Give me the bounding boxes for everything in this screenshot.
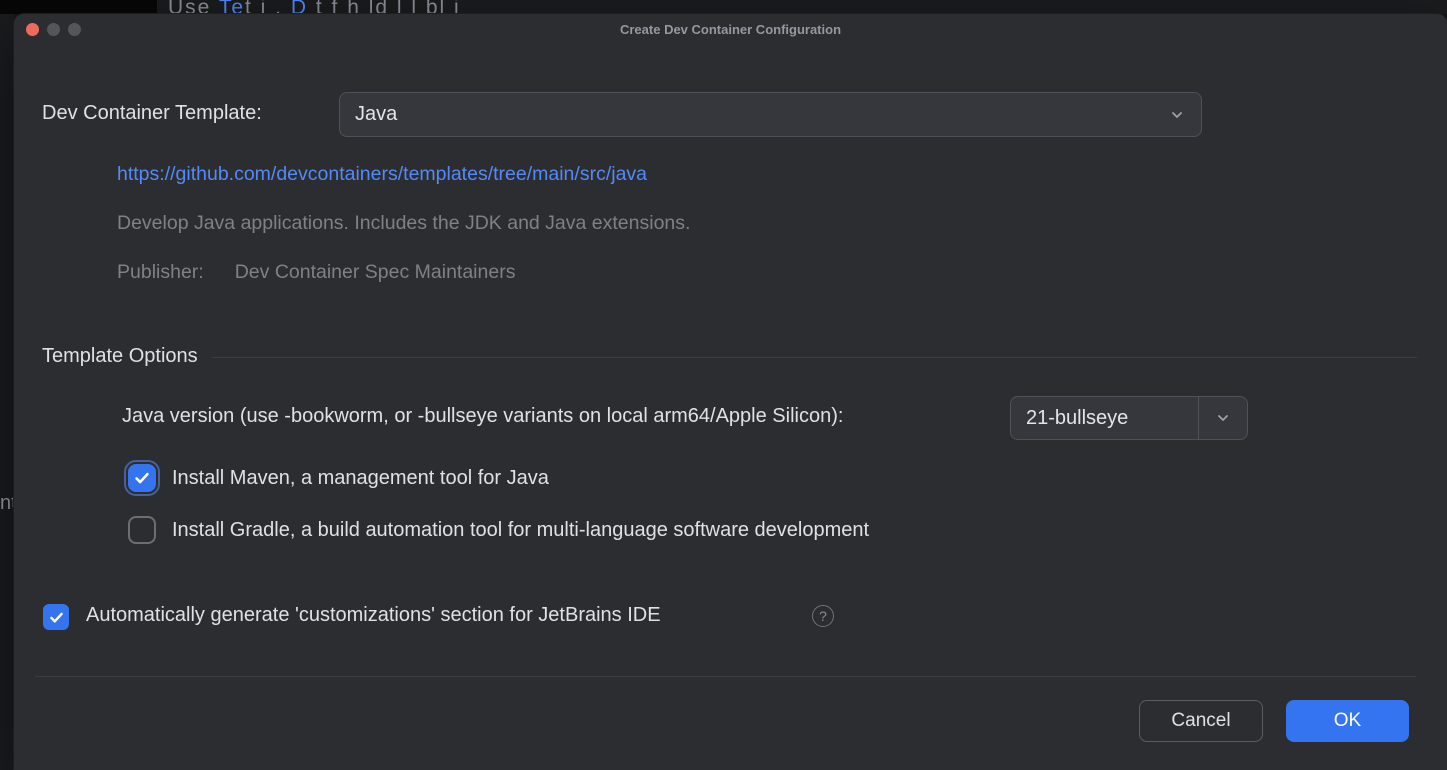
help-icon[interactable]: ? bbox=[812, 605, 834, 627]
template-field-label: Dev Container Template: bbox=[42, 102, 262, 125]
background-ide-left-strip: nt bbox=[0, 14, 14, 770]
publisher-label: Publisher: bbox=[117, 261, 204, 283]
publisher-value: Dev Container Spec Maintainers bbox=[235, 261, 516, 283]
chevron-down-icon[interactable] bbox=[1199, 397, 1247, 439]
template-options-section-header: Template Options bbox=[42, 345, 1417, 368]
background-ide-text-fragment: Use Tet i , D t f h ld l l bl i bbox=[168, 0, 461, 14]
generate-customizations-label[interactable]: Automatically generate 'customizations' … bbox=[86, 604, 661, 627]
footer-divider bbox=[35, 676, 1416, 677]
install-maven-checkbox[interactable] bbox=[128, 464, 156, 492]
template-description: Develop Java applications. Includes the … bbox=[117, 212, 690, 235]
install-gradle-checkbox[interactable] bbox=[128, 516, 156, 544]
install-gradle-label[interactable]: Install Gradle, a build automation tool … bbox=[172, 519, 869, 542]
template-source-link[interactable]: https://github.com/devcontainers/templat… bbox=[117, 163, 647, 186]
install-maven-label[interactable]: Install Maven, a management tool for Jav… bbox=[172, 467, 549, 490]
dialog-title: Create Dev Container Configuration bbox=[14, 22, 1447, 37]
ok-button[interactable]: OK bbox=[1286, 700, 1409, 742]
template-combobox[interactable]: Java bbox=[339, 92, 1202, 137]
checkmark-icon bbox=[133, 469, 151, 487]
create-dev-container-dialog: Create Dev Container Configuration Dev C… bbox=[14, 14, 1447, 770]
bg-link-part: Te bbox=[219, 0, 245, 14]
section-divider bbox=[212, 357, 1417, 358]
section-title: Template Options bbox=[42, 345, 198, 368]
bg-text-part: t f h ld l l bl i bbox=[308, 0, 461, 14]
checkmark-icon bbox=[48, 609, 65, 626]
java-version-label: Java version (use -bookworm, or -bullsey… bbox=[122, 405, 843, 428]
bg-text-part: Use bbox=[168, 0, 219, 14]
bg-text-part: t i , bbox=[245, 0, 291, 14]
java-version-combobox[interactable]: 21-bullseye bbox=[1010, 396, 1248, 440]
background-ide-panel bbox=[0, 0, 157, 14]
dialog-titlebar[interactable]: Create Dev Container Configuration bbox=[14, 14, 1447, 44]
bg-link-part: D bbox=[291, 0, 308, 14]
generate-customizations-checkbox[interactable] bbox=[43, 604, 69, 630]
template-combobox-value: Java bbox=[340, 103, 1153, 126]
chevron-down-icon bbox=[1153, 93, 1201, 136]
java-version-value: 21-bullseye bbox=[1011, 407, 1198, 430]
template-publisher-row: Publisher: Dev Container Spec Maintainers bbox=[117, 261, 515, 284]
cancel-button[interactable]: Cancel bbox=[1139, 700, 1263, 742]
background-ide-top-strip: Use Tet i , D t f h ld l l bl i bbox=[0, 0, 1447, 14]
